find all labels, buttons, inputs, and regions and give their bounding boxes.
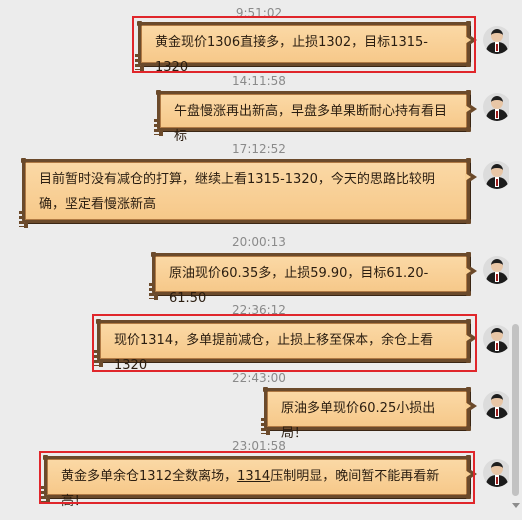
timestamp: 22:36:12 [232, 303, 286, 317]
message-bubble[interactable]: 黄金现价1306直接多，止损1302，目标1315-1320 [135, 21, 477, 75]
message-text: 黄金现价1306直接多，止损1302，目标1315-1320 [155, 35, 428, 75]
message-bubble[interactable]: 目前暂时没有减仓的打算，继续上看1315-1320，今天的思路比较明 确，坚定看… [19, 158, 477, 228]
timestamp: 23:01:58 [232, 439, 286, 453]
message-bubble[interactable]: 现价1314，多单提前减仓，止损上移至保本，余仓上看1320 [94, 319, 477, 373]
message-text-line: 目前暂时没有减仓的打算，继续上看1315-1320，今天的思路比较明 [39, 172, 435, 187]
timestamp: 9:51:02 [235, 6, 283, 20]
timestamp: 22:43:00 [232, 371, 286, 385]
message-text-line: 确，坚定看慢涨新高 [39, 197, 157, 212]
underlined-text: 1314 [237, 469, 271, 484]
message-bubble[interactable]: 午盘慢涨再出新高，早盘多单果断耐心持有看目标 [154, 90, 477, 144]
avatar[interactable] [483, 26, 511, 54]
avatar[interactable] [483, 325, 511, 353]
timestamp: 20:00:13 [232, 235, 286, 249]
message-text: 黄金多单余仓1312全数离场，1314压制明显，晚间暂不能再看新高！ [61, 464, 455, 514]
message-bubble[interactable]: 黄金多单余仓1312全数离场，1314压制明显，晚间暂不能再看新高！ [41, 455, 477, 509]
avatar[interactable] [483, 256, 511, 284]
chat-history[interactable]: 9:51:02 黄金现价1306直接多，止损1302，目标1315-1320 1… [0, 0, 522, 520]
timestamp: 17:12:52 [232, 142, 286, 156]
avatar[interactable] [483, 93, 511, 121]
avatar[interactable] [483, 161, 511, 189]
message-bubble[interactable]: 原油现价60.35多，止损59.90，目标61.20-61.50 [149, 252, 477, 306]
message-bubble[interactable]: 原油多单现价60.25小损出局！ [261, 387, 477, 441]
timestamp: 14:11:58 [232, 74, 286, 88]
avatar[interactable] [483, 459, 511, 487]
text-segment: 黄金多单余仓1312全数离场， [61, 469, 238, 484]
avatar[interactable] [483, 391, 511, 419]
vertical-scrollbar[interactable] [509, 0, 522, 520]
scrollbar-thumb[interactable] [512, 324, 519, 496]
scroll-down-arrow-icon[interactable] [512, 503, 520, 508]
